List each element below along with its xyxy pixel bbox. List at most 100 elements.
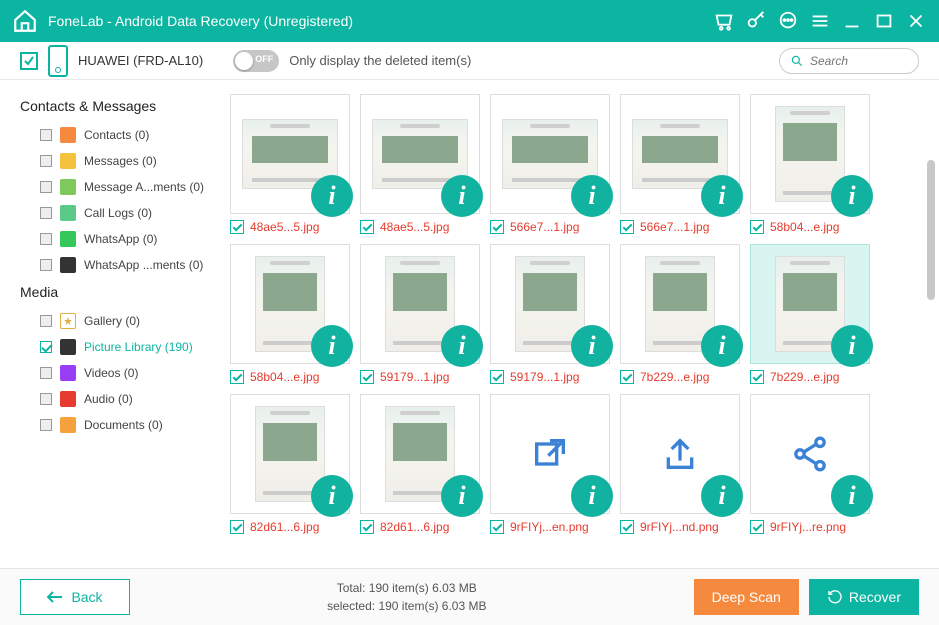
thumbnail-item[interactable]: i48ae5...5.jpg: [230, 94, 350, 234]
thumbnail-item[interactable]: i82d61...6.jpg: [230, 394, 350, 534]
recover-button[interactable]: Recover: [809, 579, 919, 615]
device-checkbox[interactable]: [20, 52, 38, 70]
info-badge-icon[interactable]: i: [441, 325, 483, 367]
info-badge-icon[interactable]: i: [311, 475, 353, 517]
sidebar-checkbox[interactable]: [40, 155, 52, 167]
sidebar-checkbox[interactable]: [40, 419, 52, 431]
info-badge-icon[interactable]: i: [571, 325, 613, 367]
info-badge-icon[interactable]: i: [701, 325, 743, 367]
close-icon[interactable]: [905, 10, 927, 32]
thumbnail-item[interactable]: i9rFIYj...en.png: [490, 394, 610, 534]
thumbnail-checkbox[interactable]: [620, 220, 634, 234]
sidebar-item-contacts-4[interactable]: WhatsApp (0): [20, 226, 218, 252]
sidebar-item-media-4[interactable]: Documents (0): [20, 412, 218, 438]
sidebar-item-contacts-2[interactable]: Message A...ments (0): [20, 174, 218, 200]
thumbnail-item[interactable]: i58b04...e.jpg: [750, 94, 870, 234]
sidebar-item-contacts-1[interactable]: Messages (0): [20, 148, 218, 174]
info-badge-icon[interactable]: i: [571, 475, 613, 517]
toggle-off-text: OFF: [255, 54, 273, 64]
thumbnail-box[interactable]: i: [620, 394, 740, 514]
minimize-icon[interactable]: [841, 10, 863, 32]
thumbnail-box[interactable]: i: [490, 94, 610, 214]
thumbnail-box[interactable]: i: [620, 244, 740, 364]
thumbnail-checkbox[interactable]: [490, 520, 504, 534]
thumbnail-item[interactable]: i9rFIYj...re.png: [750, 394, 870, 534]
sidebar-checkbox[interactable]: [40, 207, 52, 219]
thumbnail-item[interactable]: i 58b04...e.jpg: [230, 244, 350, 384]
thumbnail-item[interactable]: i9rFIYj...nd.png: [620, 394, 740, 534]
thumbnail-checkbox[interactable]: [230, 220, 244, 234]
thumbnail-item[interactable]: i7b229...e.jpg: [620, 244, 740, 384]
home-icon[interactable]: [12, 8, 38, 34]
info-badge-icon[interactable]: i: [441, 175, 483, 217]
deep-scan-button[interactable]: Deep Scan: [694, 579, 799, 615]
thumbnail-item[interactable]: i7b229...e.jpg: [750, 244, 870, 384]
thumbnail-item[interactable]: i566e7...1.jpg: [490, 94, 610, 234]
sidebar-checkbox[interactable]: [40, 393, 52, 405]
chat-icon[interactable]: [777, 10, 799, 32]
thumbnail-checkbox[interactable]: [620, 520, 634, 534]
sidebar-checkbox[interactable]: [40, 259, 52, 271]
thumbnail-checkbox[interactable]: [490, 370, 504, 384]
thumbnail-checkbox[interactable]: [230, 370, 244, 384]
sidebar-checkbox[interactable]: [40, 181, 52, 193]
sidebar-checkbox[interactable]: [40, 367, 52, 379]
sidebar-item-contacts-0[interactable]: Contacts (0): [20, 122, 218, 148]
search-input[interactable]: [810, 54, 900, 68]
search-box[interactable]: [779, 48, 919, 74]
thumbnail-box[interactable]: i: [360, 94, 480, 214]
thumbnail-item[interactable]: i82d61...6.jpg: [360, 394, 480, 534]
back-button[interactable]: Back: [20, 579, 130, 615]
thumbnail-box[interactable]: i: [620, 94, 740, 214]
thumbnail-checkbox[interactable]: [360, 520, 374, 534]
sidebar-item-media-3[interactable]: Audio (0): [20, 386, 218, 412]
thumbnail-checkbox[interactable]: [750, 370, 764, 384]
thumbnail-item[interactable]: i566e7...1.jpg: [620, 94, 740, 234]
thumbnail-checkbox[interactable]: [620, 370, 634, 384]
sidebar-item-contacts-5[interactable]: WhatsApp ...ments (0): [20, 252, 218, 278]
sidebar-item-media-0[interactable]: Gallery (0): [20, 308, 218, 334]
sidebar-checkbox[interactable]: [40, 341, 52, 353]
info-badge-icon[interactable]: i: [831, 325, 873, 367]
thumbnail-box[interactable]: i: [230, 244, 350, 364]
info-badge-icon[interactable]: i: [311, 175, 353, 217]
menu-icon[interactable]: [809, 10, 831, 32]
deleted-toggle[interactable]: OFF: [233, 50, 279, 72]
info-badge-icon[interactable]: i: [571, 175, 613, 217]
info-badge-icon[interactable]: i: [441, 475, 483, 517]
thumbnail-box[interactable]: i: [750, 244, 870, 364]
sidebar-item-contacts-3[interactable]: Call Logs (0): [20, 200, 218, 226]
scrollbar[interactable]: [927, 160, 935, 300]
key-icon[interactable]: [745, 10, 767, 32]
thumbnail-checkbox[interactable]: [750, 520, 764, 534]
thumbnail-box[interactable]: i: [750, 394, 870, 514]
thumbnail-filename: 58b04...e.jpg: [250, 370, 319, 384]
thumbnail-item[interactable]: i48ae5...5.jpg: [360, 94, 480, 234]
info-badge-icon[interactable]: i: [701, 175, 743, 217]
thumbnail-checkbox[interactable]: [750, 220, 764, 234]
maximize-icon[interactable]: [873, 10, 895, 32]
thumbnail-item[interactable]: i59179...1.jpg: [360, 244, 480, 384]
thumbnail-checkbox[interactable]: [490, 220, 504, 234]
sidebar-item-media-2[interactable]: Videos (0): [20, 360, 218, 386]
info-badge-icon[interactable]: i: [831, 475, 873, 517]
thumbnail-checkbox[interactable]: [230, 520, 244, 534]
thumbnail-item[interactable]: i59179...1.jpg: [490, 244, 610, 384]
sidebar-checkbox[interactable]: [40, 129, 52, 141]
thumbnail-box[interactable]: i: [360, 244, 480, 364]
thumbnail-box[interactable]: i: [490, 244, 610, 364]
info-badge-icon[interactable]: i: [831, 175, 873, 217]
info-badge-icon[interactable]: i: [311, 325, 353, 367]
thumbnail-box[interactable]: i: [230, 94, 350, 214]
thumbnail-box[interactable]: i: [490, 394, 610, 514]
thumbnail-checkbox[interactable]: [360, 370, 374, 384]
sidebar-item-media-1[interactable]: Picture Library (190): [20, 334, 218, 360]
thumbnail-box[interactable]: i: [230, 394, 350, 514]
thumbnail-box[interactable]: i: [360, 394, 480, 514]
info-badge-icon[interactable]: i: [701, 475, 743, 517]
cart-icon[interactable]: [713, 10, 735, 32]
thumbnail-box[interactable]: i: [750, 94, 870, 214]
sidebar-checkbox[interactable]: [40, 233, 52, 245]
thumbnail-checkbox[interactable]: [360, 220, 374, 234]
sidebar-checkbox[interactable]: [40, 315, 52, 327]
